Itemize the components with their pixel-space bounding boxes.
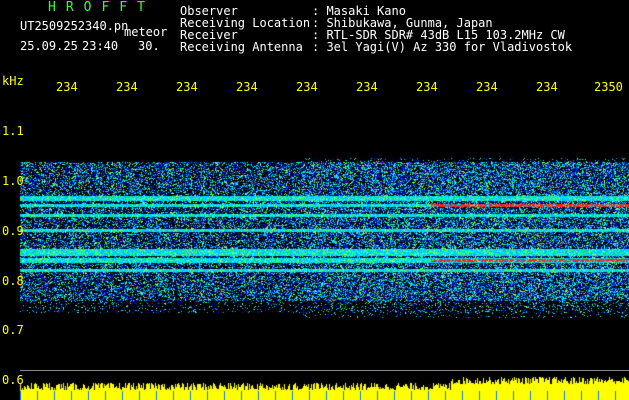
x-tick-label: 234 (116, 80, 138, 94)
interval-label: 30. (138, 39, 160, 53)
filename-label: UT2509252340.pn (20, 19, 129, 33)
x-tick-label: 234 (296, 80, 318, 94)
x-tick-label: 234 (56, 80, 78, 94)
y-tick-label: 0.9 (2, 224, 24, 238)
x-tick-label: 234 (416, 80, 438, 94)
y-tick-label: 0.6 (2, 373, 24, 387)
y-tick-label: 0.7 (2, 323, 24, 337)
time-label: 23:40 (82, 39, 119, 53)
mode-label: meteor (124, 25, 168, 39)
x-tick-label: 234 (356, 80, 378, 94)
info-value-antenna: : 3el Yagi(V) Az 330 for Vladivostok (312, 40, 573, 54)
y-tick-label: 1.1 (2, 124, 24, 138)
y-tick-label: 1.0 (2, 174, 24, 188)
spectrogram-canvas (0, 0, 629, 400)
x-tick-label: 2350 (594, 80, 623, 94)
y-tick-label: 0.8 (2, 274, 24, 288)
y-axis-unit: kHz (2, 74, 24, 88)
info-label-antenna: Receiving Antenna (180, 40, 303, 54)
x-tick-label: 234 (236, 80, 258, 94)
date-label: 25.09.25 (20, 39, 78, 53)
x-tick-label: 234 (476, 80, 498, 94)
app-title: HROFFT (48, 0, 155, 15)
x-tick-label: 234 (536, 80, 558, 94)
baseline-divider (20, 370, 629, 371)
x-tick-label: 234 (176, 80, 198, 94)
